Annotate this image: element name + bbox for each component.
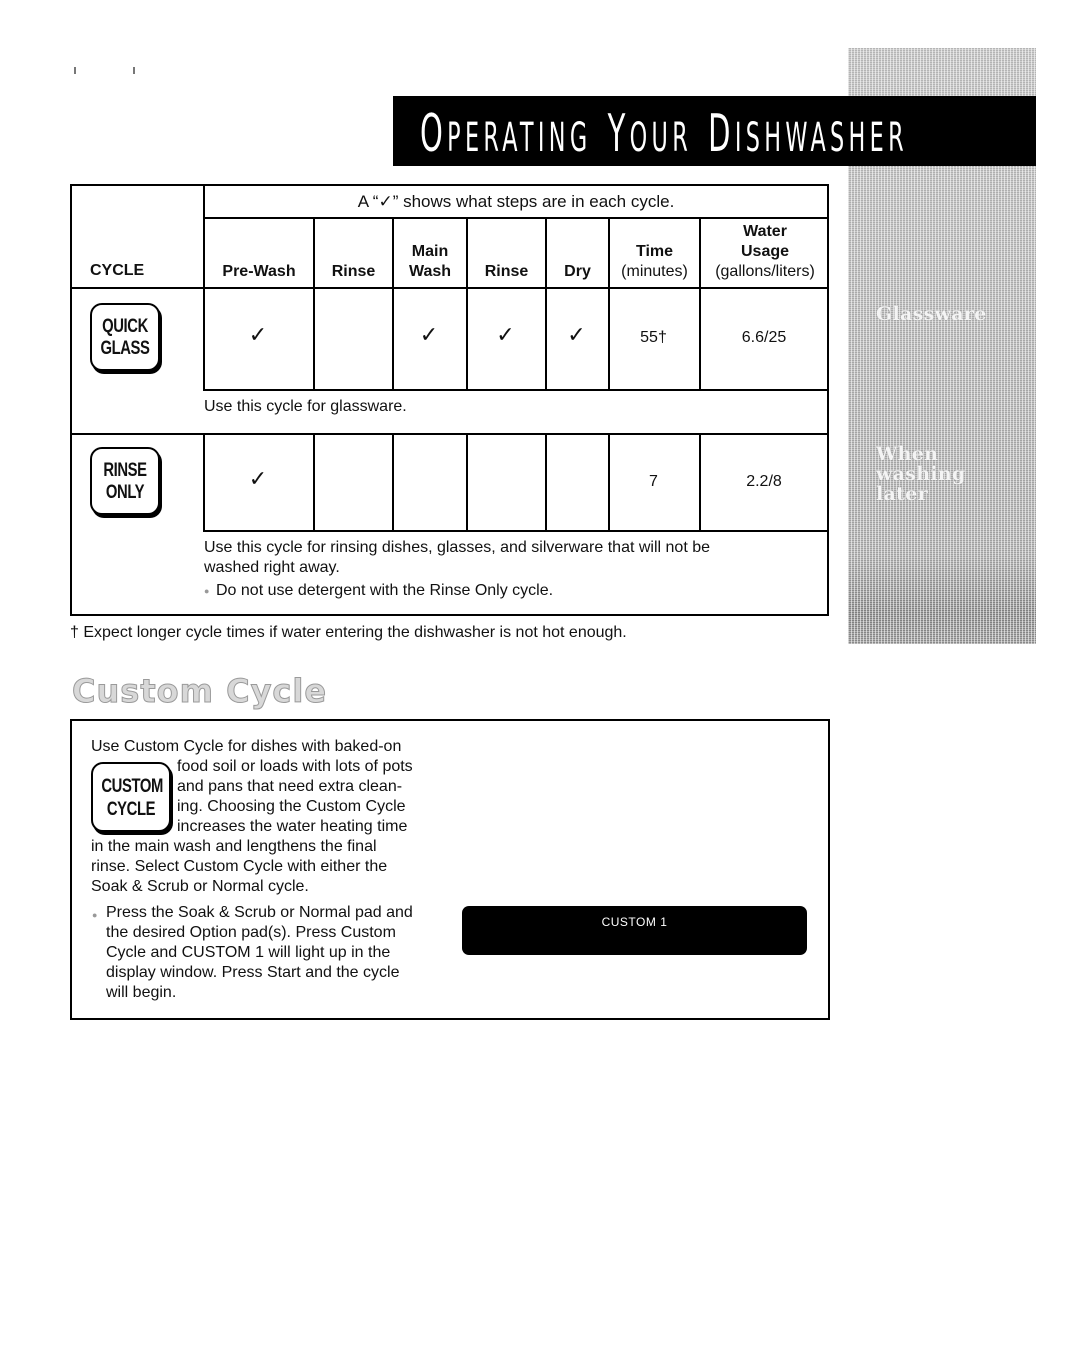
side-tab-line: washing <box>876 463 966 485</box>
table-divider <box>545 434 547 530</box>
check-mark-icon: ✓ <box>496 323 515 348</box>
cycle-pad-icon: RINSE ONLY <box>90 447 160 515</box>
pad-label: RINSE <box>103 460 147 481</box>
side-tab-glassware: Glassware <box>876 303 987 325</box>
title-word: OPERATING <box>420 104 592 164</box>
water-usage: 2.2/8 <box>746 473 782 490</box>
table-divider <box>313 217 315 289</box>
custom-cycle-text: ing. Choosing the Custom Cycle <box>177 798 406 815</box>
side-tab-line: When <box>876 443 939 465</box>
check-mark-icon: ✓ <box>419 323 439 348</box>
column-header: (minutes) <box>621 263 688 280</box>
pad-label: QUICK <box>102 316 148 337</box>
table-divider <box>392 434 394 530</box>
table-divider <box>545 217 547 289</box>
page-title: OPERATING YOUR DISHWASHER <box>420 104 908 164</box>
custom-cycle-text: food soil or loads with lots of pots <box>177 758 413 775</box>
cycle-description: washed right away. <box>204 559 340 576</box>
table-divider <box>608 217 610 289</box>
table-divider <box>392 217 394 289</box>
side-tab-when-washing-later: When washing later <box>876 444 966 504</box>
column-header: Rinse <box>484 263 529 280</box>
cycle-column-header: CYCLE <box>90 262 145 279</box>
custom-cycle-text: rinse. Select Custom Cycle with either t… <box>91 858 388 875</box>
custom-cycle-pad-icon: CUSTOM CYCLE <box>91 762 171 832</box>
water-usage: 6.6/25 <box>741 329 787 346</box>
pad-label: CUSTOM <box>101 776 163 797</box>
table-divider <box>70 287 829 289</box>
bullet-icon: ● <box>204 586 210 596</box>
custom-cycle-text: and pans that need extra clean- <box>177 778 403 795</box>
table-caption: A “✓” shows what steps are in each cycle… <box>357 192 675 211</box>
custom-cycle-heading: Custom Cycle <box>71 672 328 711</box>
custom-cycle-instruction: Press the Soak & Scrub or Normal pad and <box>106 904 413 921</box>
cycle-description: Use this cycle for glassware. <box>204 398 407 415</box>
column-header: Pre-Wash <box>222 263 296 280</box>
custom-cycle-instruction: Cycle and CUSTOM 1 will light up in the <box>106 944 391 961</box>
side-tab-line: later <box>876 483 928 505</box>
cycle-time: 55† <box>640 329 667 346</box>
table-divider <box>203 217 205 289</box>
table-divider <box>699 217 701 289</box>
display-window: CUSTOM 1 <box>462 906 807 955</box>
custom-cycle-instruction: display window. Press Start and the cycl… <box>106 964 400 981</box>
check-mark-icon: ✓ <box>248 323 268 348</box>
bullet-icon: ● <box>92 910 98 920</box>
column-header: Time <box>635 243 674 260</box>
table-divider <box>70 433 829 435</box>
column-header: Main <box>411 243 449 260</box>
table-divider <box>466 217 468 289</box>
pad-label: ONLY <box>105 482 145 503</box>
cycle-time: 7 <box>649 473 658 490</box>
pad-label: CYCLE <box>106 799 156 820</box>
cycle-description: Use this cycle for rinsing dishes, glass… <box>204 539 710 556</box>
table-divider <box>313 287 315 389</box>
table-divider <box>313 434 315 530</box>
table-footnote: † Expect longer cycle times if water ent… <box>70 624 627 641</box>
scan-mark <box>74 67 76 74</box>
title-word: YOUR <box>607 104 693 164</box>
table-divider <box>203 217 829 219</box>
column-header: Water <box>743 223 787 240</box>
scan-mark <box>133 67 135 74</box>
pad-label: GLASS <box>100 338 150 359</box>
custom-cycle-text: Soak & Scrub or Normal cycle. <box>91 878 309 895</box>
table-divider <box>203 530 829 532</box>
column-header: Dry <box>564 263 591 280</box>
cycle-pad-icon: QUICK GLASS <box>90 303 160 371</box>
table-divider <box>466 434 468 530</box>
title-word: DISHWASHER <box>708 104 908 164</box>
cycle-note: Do not use detergent with the Rinse Only… <box>216 582 554 599</box>
column-header: Rinse <box>331 263 376 280</box>
custom-cycle-text: increases the water heating time <box>177 818 408 835</box>
custom-cycle-instruction: the desired Option pad(s). Press Custom <box>106 924 396 941</box>
column-header: Usage <box>740 243 790 260</box>
custom-cycle-instruction: will begin. <box>106 984 177 1001</box>
check-mark-icon: ✓ <box>248 467 268 492</box>
display-text: CUSTOM 1 <box>601 915 668 929</box>
custom-cycle-text: in the main wash and lengthens the final <box>91 838 377 855</box>
check-mark-icon: ✓ <box>567 323 586 348</box>
column-header: Wash <box>408 263 452 280</box>
table-divider <box>203 389 829 391</box>
column-header: (gallons/liters) <box>715 263 815 280</box>
custom-cycle-text: Use Custom Cycle for dishes with baked-o… <box>91 738 402 755</box>
